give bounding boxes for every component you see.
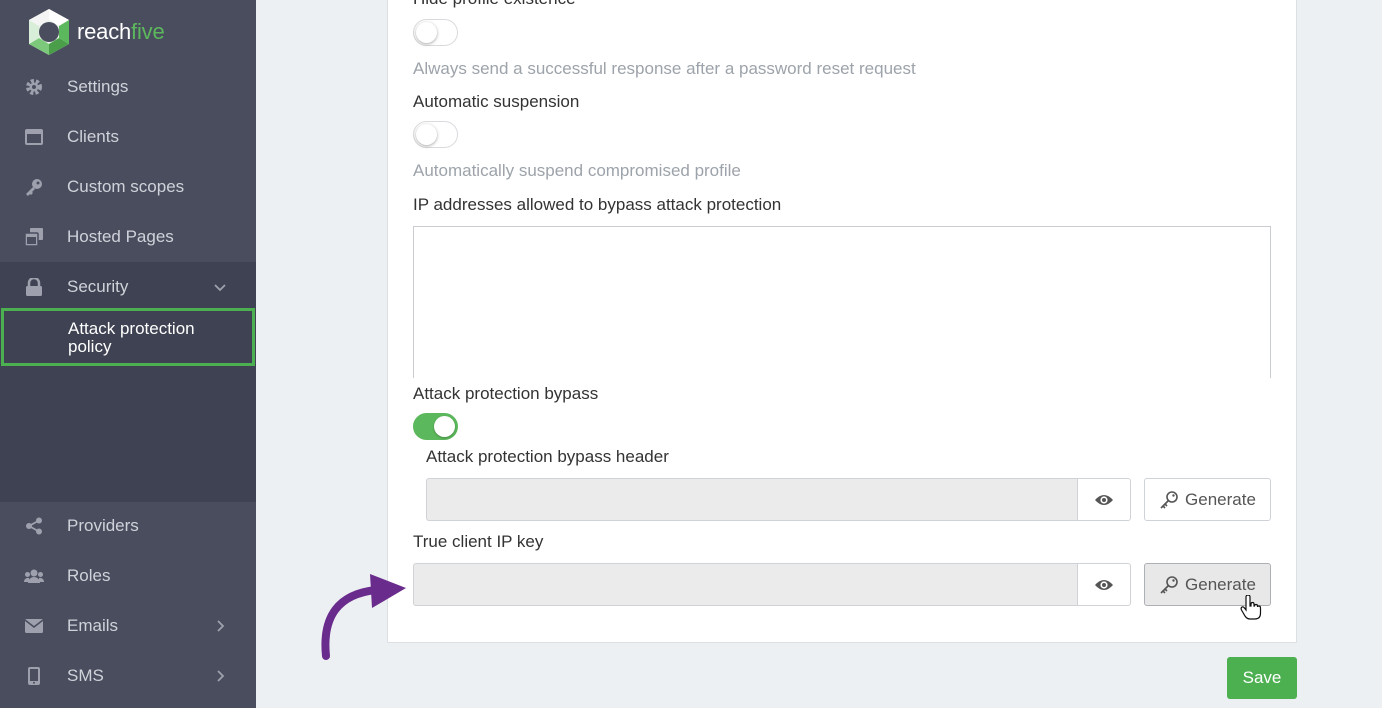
generate-label: Generate bbox=[1185, 574, 1256, 594]
key-icon bbox=[1160, 490, 1178, 509]
auto-suspension-label: Automatic suspension bbox=[413, 92, 580, 111]
sidebar-item-label: Custom scopes bbox=[67, 177, 185, 196]
sidebar-item-hosted-pages[interactable]: Hosted Pages bbox=[0, 212, 256, 262]
gear-icon bbox=[24, 77, 44, 97]
toggle-knob bbox=[416, 124, 437, 145]
generate-label: Generate bbox=[1185, 489, 1256, 509]
sidebar-item-label: Providers bbox=[67, 516, 139, 535]
key-icon bbox=[1160, 575, 1178, 594]
eye-icon bbox=[1095, 579, 1113, 590]
submenu-label-line1: Attack protection bbox=[68, 319, 195, 338]
lock-icon bbox=[24, 277, 44, 297]
chevron-down-icon bbox=[214, 284, 226, 292]
bypass-header-input-group bbox=[426, 478, 1131, 521]
pages-icon bbox=[24, 227, 44, 247]
sidebar-item-label: Roles bbox=[67, 566, 111, 585]
sidebar-item-attack-protection-policy[interactable]: Attack protection policy bbox=[1, 308, 255, 366]
bypass-toggle[interactable] bbox=[413, 413, 458, 440]
hide-profile-help: Always send a successful response after … bbox=[413, 59, 916, 78]
toggle-knob bbox=[416, 22, 437, 43]
sidebar-item-roles[interactable]: Roles bbox=[0, 551, 256, 601]
brand-name: reachfive bbox=[77, 19, 165, 44]
reachfive-logo-icon bbox=[29, 9, 69, 55]
ip-addresses-textarea[interactable] bbox=[413, 226, 1271, 378]
bypass-label: Attack protection bypass bbox=[413, 384, 599, 403]
save-button[interactable]: Save bbox=[1227, 657, 1297, 699]
sidebar-item-label: Hosted Pages bbox=[67, 227, 174, 246]
sidebar-item-label: Clients bbox=[67, 127, 119, 146]
show-value-button[interactable] bbox=[1077, 478, 1131, 521]
bypass-header-generate-button[interactable]: Generate bbox=[1144, 478, 1271, 521]
bypass-header-input[interactable] bbox=[426, 478, 1077, 521]
hand-cursor-icon bbox=[1240, 595, 1262, 620]
card-icon bbox=[24, 127, 44, 147]
users-icon bbox=[24, 566, 44, 586]
sidebar-item-custom-scopes[interactable]: Custom scopes bbox=[0, 162, 256, 212]
annotation-arrow-icon bbox=[321, 574, 406, 660]
bypass-header-label: Attack protection bypass header bbox=[426, 447, 669, 466]
sidebar-item-security[interactable]: Security bbox=[0, 262, 256, 312]
sidebar-item-settings[interactable]: Settings bbox=[0, 62, 256, 112]
ip-addresses-label: IP addresses allowed to bypass attack pr… bbox=[413, 195, 782, 214]
sidebar-item-providers[interactable]: Providers bbox=[0, 501, 256, 551]
key-icon bbox=[24, 177, 44, 197]
toggle-knob bbox=[434, 416, 455, 437]
show-value-button[interactable] bbox=[1077, 563, 1131, 606]
envelope-icon bbox=[24, 616, 44, 636]
sidebar-item-label: SMS bbox=[67, 666, 104, 685]
sidebar-item-label: Emails bbox=[67, 616, 119, 635]
phone-icon bbox=[24, 666, 44, 686]
true-client-ip-input[interactable] bbox=[413, 563, 1077, 606]
auto-suspension-toggle[interactable] bbox=[413, 121, 458, 148]
sidebar: reachfive Settings Clients Custom scopes… bbox=[0, 0, 256, 708]
chevron-right-icon bbox=[217, 670, 225, 682]
sidebar-item-emails[interactable]: Emails bbox=[0, 601, 256, 651]
eye-icon bbox=[1095, 494, 1113, 505]
sidebar-item-label: Settings bbox=[67, 77, 129, 96]
sidebar-item-clients[interactable]: Clients bbox=[0, 112, 256, 162]
submenu-label-line2: policy bbox=[68, 337, 112, 356]
true-client-ip-label: True client IP key bbox=[413, 532, 544, 551]
sidebar-item-label: Security bbox=[67, 277, 129, 296]
sidebar-item-sms[interactable]: SMS bbox=[0, 651, 256, 701]
hide-profile-label: Hide profile existence bbox=[413, 0, 576, 9]
hide-profile-toggle[interactable] bbox=[413, 19, 458, 46]
chevron-right-icon bbox=[217, 620, 225, 632]
brand-logo[interactable]: reachfive bbox=[25, 8, 165, 56]
share-icon bbox=[24, 516, 44, 536]
true-client-ip-input-group bbox=[413, 563, 1131, 606]
auto-suspension-help: Automatically suspend compromised profil… bbox=[413, 161, 741, 180]
